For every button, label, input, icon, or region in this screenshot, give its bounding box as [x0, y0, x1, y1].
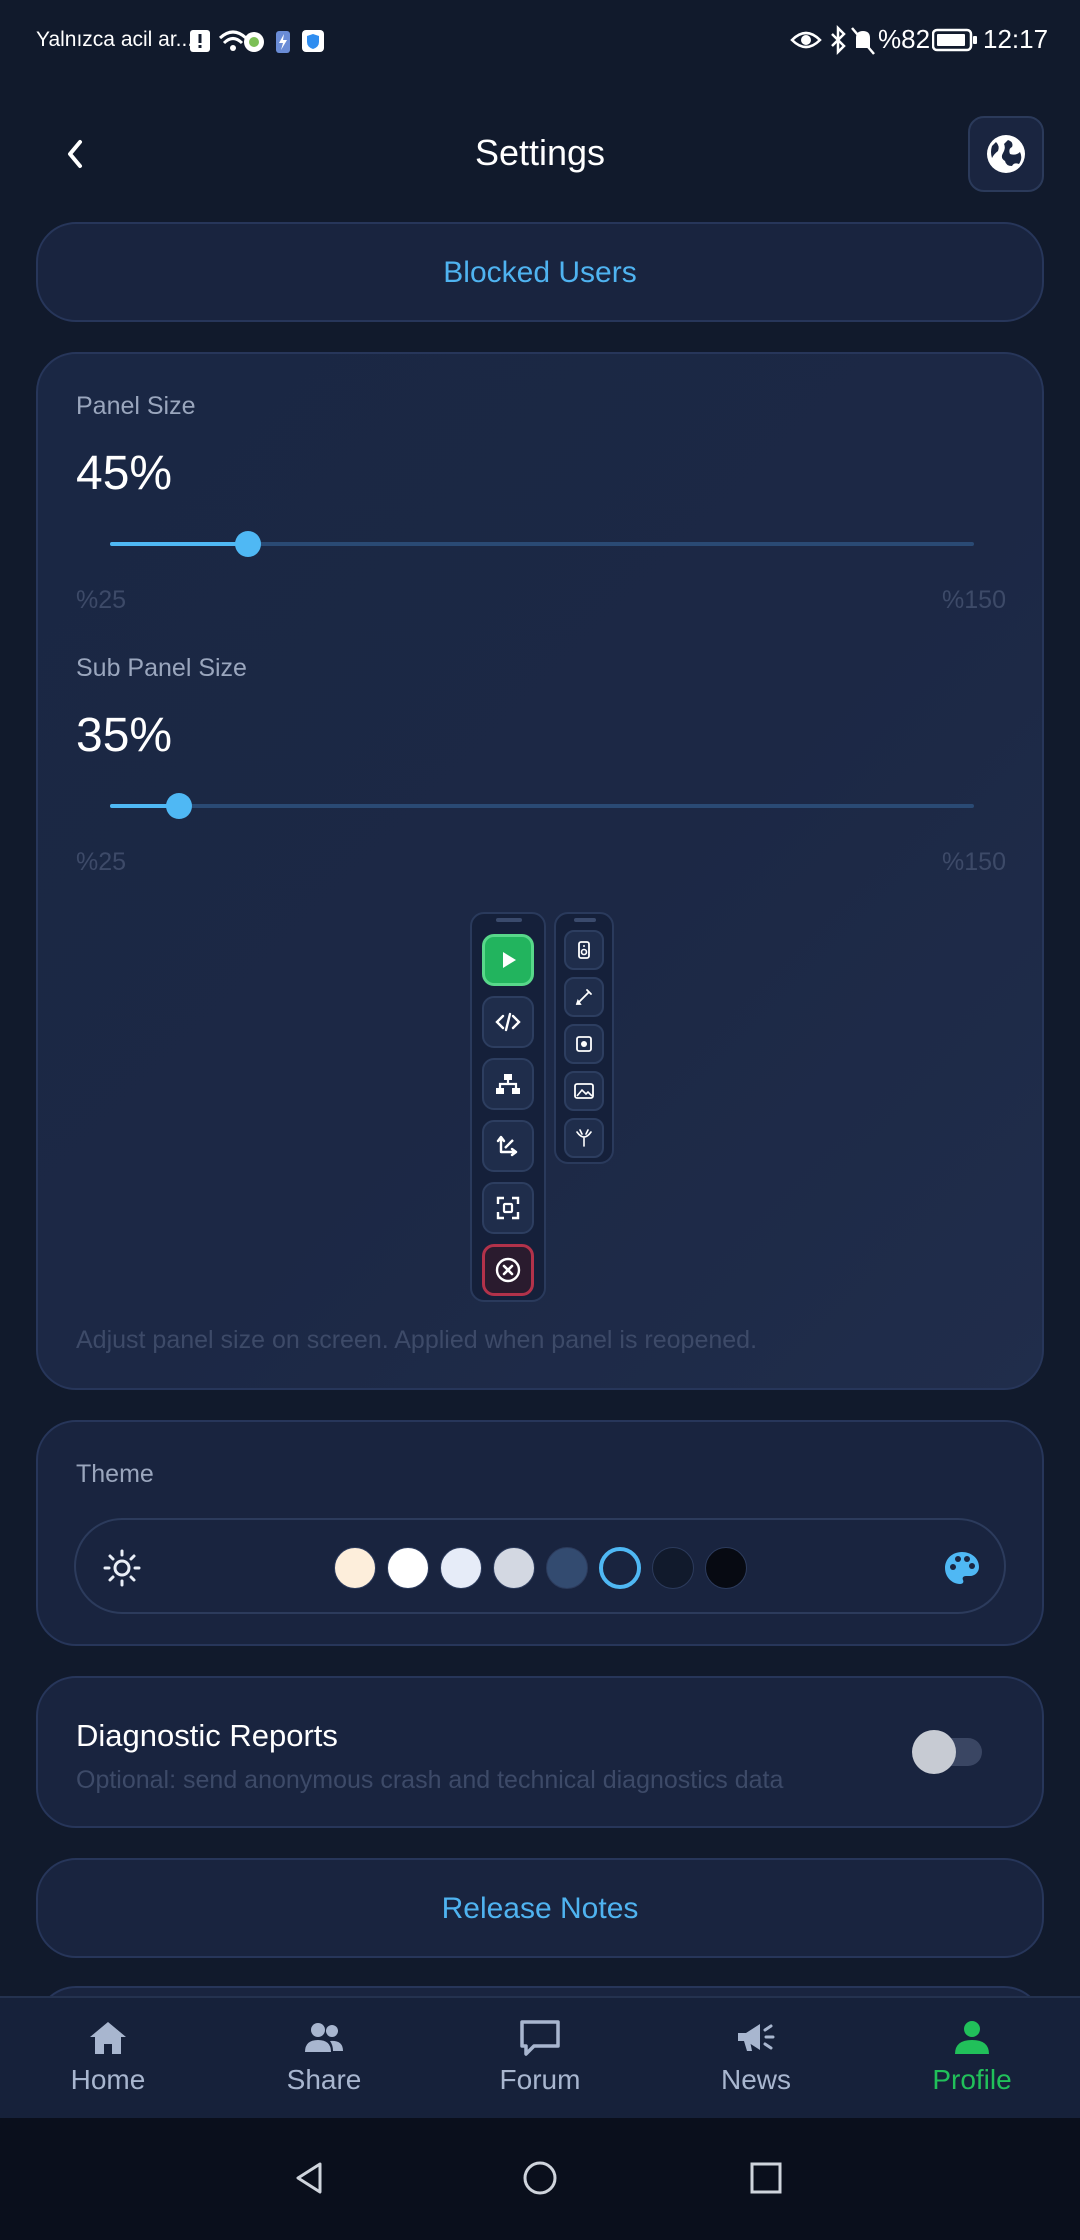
- theme-swatch[interactable]: [387, 1547, 429, 1589]
- sitemap-icon: [482, 1058, 534, 1110]
- close-icon: [482, 1244, 534, 1296]
- panel-size-value: 45%: [76, 447, 173, 500]
- sub-panel-size-slider-thumb[interactable]: [166, 793, 193, 819]
- recents-square-icon[interactable]: [746, 2158, 786, 2198]
- chat-icon: [520, 2020, 560, 2056]
- sub-panel-size-min: %25: [76, 848, 127, 876]
- panel-size-card: Panel Size 45% %25 %150 Sub Panel Size 3…: [36, 352, 1044, 1390]
- release-notes-button[interactable]: Release Notes: [36, 1858, 1044, 1958]
- image-icon: [564, 1071, 604, 1111]
- language-button[interactable]: [968, 116, 1044, 192]
- nav-forum-label: Forum: [499, 2064, 581, 2095]
- record-icon: [564, 1024, 604, 1064]
- capture-icon: [482, 1182, 534, 1234]
- panel-size-hint: Adjust panel size on screen. Applied whe…: [76, 1326, 758, 1354]
- theme-label: Theme: [76, 1460, 154, 1488]
- nav-share[interactable]: Share: [216, 1998, 432, 2120]
- nav-home[interactable]: Home: [0, 1998, 216, 2120]
- play-icon: [482, 934, 534, 986]
- sub-panel-size-value: 35%: [76, 709, 173, 762]
- sub-panel-size-slider[interactable]: [110, 786, 974, 826]
- person-icon: [955, 2021, 989, 2054]
- blocked-users-button[interactable]: Blocked Users: [36, 222, 1044, 322]
- release-notes-label: Release Notes: [441, 1892, 639, 1925]
- diagnostics-subtitle: Optional: send anonymous crash and techn…: [76, 1766, 784, 1794]
- bottom-nav: Home Share Forum News Profile: [0, 1996, 1080, 2120]
- theme-swatch[interactable]: [440, 1547, 482, 1589]
- panel-size-min: %25: [76, 586, 127, 614]
- nav-forum[interactable]: Forum: [432, 1998, 648, 2120]
- theme-swatch[interactable]: [493, 1547, 535, 1589]
- status-icons-left: [190, 26, 330, 56]
- lamp-icon: [564, 1118, 604, 1158]
- status-bar: Yalnızca acil ar... %82 12:17: [0, 0, 1080, 80]
- panel-size-slider[interactable]: [110, 524, 974, 564]
- nav-news[interactable]: News: [648, 1998, 864, 2120]
- sub-panel-size-label: Sub Panel Size: [76, 654, 247, 682]
- home-icon: [90, 2022, 126, 2054]
- status-icons-right: [790, 24, 876, 58]
- battery-icon: [931, 28, 978, 52]
- nav-share-label: Share: [286, 2064, 362, 2095]
- battery-percent: %82: [878, 24, 931, 54]
- globe-icon: [987, 135, 1025, 173]
- palette-icon[interactable]: [940, 1546, 984, 1590]
- panel-size-label: Panel Size: [76, 392, 196, 420]
- diagnostics-toggle-knob[interactable]: [912, 1730, 956, 1774]
- clock: 12:17: [983, 24, 1049, 54]
- theme-selector: [74, 1518, 1006, 1614]
- theme-swatch[interactable]: [334, 1547, 376, 1589]
- arrows-icon: [482, 1120, 534, 1172]
- diagnostics-card: Diagnostic Reports Optional: send anonym…: [36, 1676, 1044, 1828]
- users-icon: [305, 2023, 343, 2052]
- back-triangle-icon[interactable]: [290, 2158, 330, 2198]
- system-nav-bar: [0, 2118, 1080, 2240]
- panel-size-max: %150: [942, 586, 1006, 614]
- panel-preview-sub: [554, 912, 614, 1164]
- megaphone-icon: [738, 2024, 775, 2051]
- diagnostics-title: Diagnostic Reports: [76, 1718, 338, 1753]
- theme-swatch[interactable]: [652, 1547, 694, 1589]
- brush-icon: [564, 977, 604, 1017]
- panel-preview-main: [470, 912, 546, 1302]
- theme-swatches: [334, 1545, 754, 1591]
- nav-profile-label: Profile: [932, 2064, 1012, 2095]
- speaker-icon: [564, 930, 604, 970]
- theme-swatch[interactable]: [705, 1547, 747, 1589]
- sun-icon[interactable]: [100, 1546, 144, 1590]
- sub-panel-size-max: %150: [942, 848, 1006, 876]
- nav-home-label: Home: [70, 2064, 146, 2095]
- nav-profile[interactable]: Profile: [864, 1998, 1080, 2120]
- theme-swatch[interactable]: [599, 1547, 641, 1589]
- nav-news-label: News: [720, 2064, 791, 2095]
- page-title: Settings: [474, 132, 606, 173]
- status-left-text: Yalnızca acil ar...: [36, 28, 194, 51]
- home-circle-icon[interactable]: [520, 2158, 560, 2198]
- code-icon: [482, 996, 534, 1048]
- panel-size-slider-thumb[interactable]: [235, 531, 262, 557]
- theme-swatch[interactable]: [546, 1547, 588, 1589]
- blocked-users-label: Blocked Users: [443, 256, 637, 289]
